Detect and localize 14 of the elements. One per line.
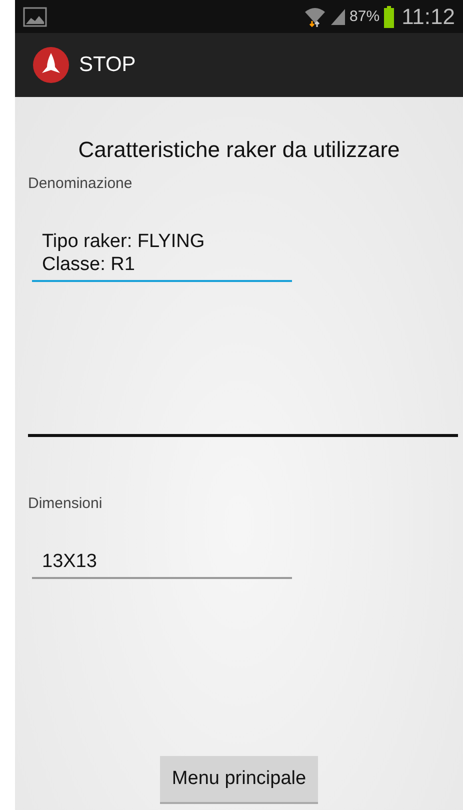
- app-title: STOP: [79, 53, 136, 77]
- clock-time: 11:12: [402, 4, 455, 30]
- image-icon: [23, 6, 47, 26]
- battery-icon: [384, 6, 394, 28]
- signal-icon: [330, 8, 346, 26]
- page-heading: Caratteristiche raker da utilizzare: [77, 137, 401, 163]
- field-label: Dimensioni: [28, 495, 104, 512]
- main-menu-button[interactable]: Menu principale: [160, 756, 318, 804]
- input-field[interactable]: Tipo raker: FLYING Classe: R1: [32, 230, 292, 282]
- wifi-icon: [304, 6, 326, 28]
- input-field[interactable]: 13X13: [32, 550, 292, 579]
- app-logo-icon: [33, 47, 69, 83]
- field-label: Denominazione: [28, 175, 134, 192]
- battery-percentage: 87%: [350, 8, 380, 25]
